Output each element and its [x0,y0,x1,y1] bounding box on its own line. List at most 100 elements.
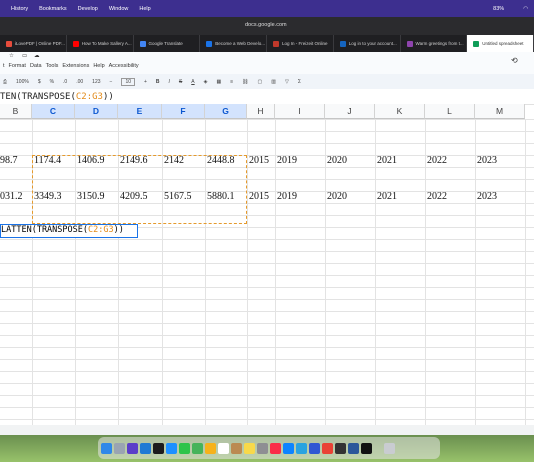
column-header-h[interactable]: H [247,104,275,119]
column-header-m[interactable]: M [475,104,525,119]
menu-window[interactable]: Window [109,6,129,12]
column-header-i[interactable]: I [275,104,325,119]
print-icon[interactable]: ⎙ [3,79,7,85]
cell-m-row1[interactable]: 2023 [477,155,497,166]
folder-icon[interactable]: ▭ [22,53,27,59]
text-color-button[interactable]: A [191,79,194,85]
formula-bar[interactable]: TEN(TRANSPOSE(C2:G3)) [0,89,534,105]
menu-accessibility[interactable]: Accessibility [109,63,139,69]
trash-icon[interactable] [384,442,395,454]
bold-button[interactable]: B [156,79,160,85]
browser-address-bar[interactable]: docs.google.com [0,17,534,35]
align-icon[interactable]: ≡ [230,79,233,85]
browser-tab[interactable]: Google Translate [134,35,201,52]
fill-color-icon[interactable]: ◈ [204,79,208,85]
music-icon[interactable] [270,442,281,454]
finder-icon[interactable] [101,442,112,454]
app-icon[interactable] [127,442,138,454]
cell-h-row1[interactable]: 2015 [249,155,269,166]
menu-help[interactable]: Help [139,6,150,12]
font-size-minus[interactable]: − [110,79,113,85]
calendar-icon[interactable] [218,442,229,454]
strikethrough-button[interactable]: S [179,79,182,85]
cell-j-row2[interactable]: 2020 [327,191,347,202]
link-icon[interactable]: ⛓ [242,79,248,85]
browser-tab[interactable]: How To Make Sallery A... [67,35,134,52]
column-header-f[interactable]: F [162,104,205,119]
sheet-tab-bar[interactable] [0,425,534,435]
vscode-icon[interactable] [140,442,151,454]
cell-j-row1[interactable]: 2020 [327,155,347,166]
browser-tab[interactable]: Warm greetings from t... [401,35,468,52]
wifi-icon[interactable]: ◠ [523,6,528,12]
comment-icon[interactable]: ▢ [258,79,263,85]
increase-decimal-button[interactable]: .00 [76,79,83,85]
column-header-c[interactable]: C [32,104,75,119]
font-size-plus[interactable]: + [144,79,147,85]
font-size-input[interactable]: 10 [121,77,135,86]
star-icon[interactable]: ☆ [9,53,14,59]
cell-b-row1[interactable]: 98.7 [0,155,18,166]
notes-icon[interactable] [244,442,255,454]
github-icon[interactable] [335,442,346,454]
number-format-button[interactable]: 123 [92,79,100,85]
chart-icon[interactable]: ▥ [271,79,276,85]
menu-extensions[interactable]: Extensions [62,63,89,69]
cell-editor[interactable]: LATTEN(TRANSPOSE(C2:G3)) [0,224,138,238]
decrease-decimal-button[interactable]: .0 [63,79,67,85]
cell-k-row1[interactable]: 2021 [377,155,397,166]
browser-tab[interactable]: Untitled spreadsheet [467,35,534,52]
menu-item-1[interactable]: t [3,63,5,69]
vpn-icon[interactable] [309,442,320,454]
appstore-icon[interactable] [283,442,294,454]
launchpad-icon[interactable] [114,442,125,454]
browser-tab[interactable]: Log in to your account... [334,35,401,52]
browser-tab[interactable]: Become a Web Develo... [200,35,267,52]
column-header-d[interactable]: D [75,104,118,119]
browser-tab[interactable]: Log In - Freizeit Online [267,35,334,52]
column-header-g[interactable]: G [205,104,247,119]
browser-tab[interactable]: iLovePDF | Online PDF... [0,35,67,52]
cell-l-row2[interactable]: 2022 [427,191,447,202]
currency-button[interactable]: $ [38,79,41,85]
filter-icon[interactable]: ▽ [285,79,289,85]
terminal-icon[interactable] [361,442,372,454]
column-header-l[interactable]: L [425,104,475,119]
chrome-icon[interactable] [322,442,333,454]
menu-tools[interactable]: Tools [46,63,59,69]
menu-bookmarks[interactable]: Bookmarks [39,6,67,12]
column-header-j[interactable]: J [325,104,375,119]
menu-data[interactable]: Data [30,63,42,69]
menu-develop[interactable]: Develop [78,6,98,12]
maps-icon[interactable] [192,442,203,454]
italic-button[interactable]: I [169,79,170,85]
menu-help-docs[interactable]: Help [93,63,104,69]
cell-i-row2[interactable]: 2019 [277,191,297,202]
cell-m-row2[interactable]: 2023 [477,191,497,202]
column-header-k[interactable]: K [375,104,425,119]
column-header-e[interactable]: E [118,104,162,119]
word-icon[interactable] [348,442,359,454]
cell-h-row2[interactable]: 2015 [249,191,269,202]
borders-icon[interactable]: ▦ [216,79,221,85]
contacts-icon[interactable] [231,442,242,454]
menu-format[interactable]: Format [9,63,26,69]
telegram-icon[interactable] [296,442,307,454]
cell-k-row2[interactable]: 2021 [377,191,397,202]
menu-history[interactable]: History [11,6,28,12]
functions-icon[interactable]: Σ [298,79,301,85]
zoom-select[interactable]: 100% [16,79,29,85]
history-icon[interactable]: ⟲ [511,56,518,65]
cell-l-row1[interactable]: 2022 [427,155,447,166]
safari-icon[interactable] [166,442,177,454]
cloud-icon[interactable]: ☁ [34,53,40,59]
cell-i-row1[interactable]: 2019 [277,155,297,166]
photos-icon[interactable] [205,442,216,454]
percent-button[interactable]: % [50,79,54,85]
messages-icon[interactable] [179,442,190,454]
url-text[interactable]: docs.google.com [245,22,287,28]
column-header-b[interactable]: B [0,104,32,119]
cell-b-row2[interactable]: 031.2 [0,191,23,202]
settings-icon[interactable] [257,442,268,454]
chatgpt-icon[interactable] [153,442,164,454]
